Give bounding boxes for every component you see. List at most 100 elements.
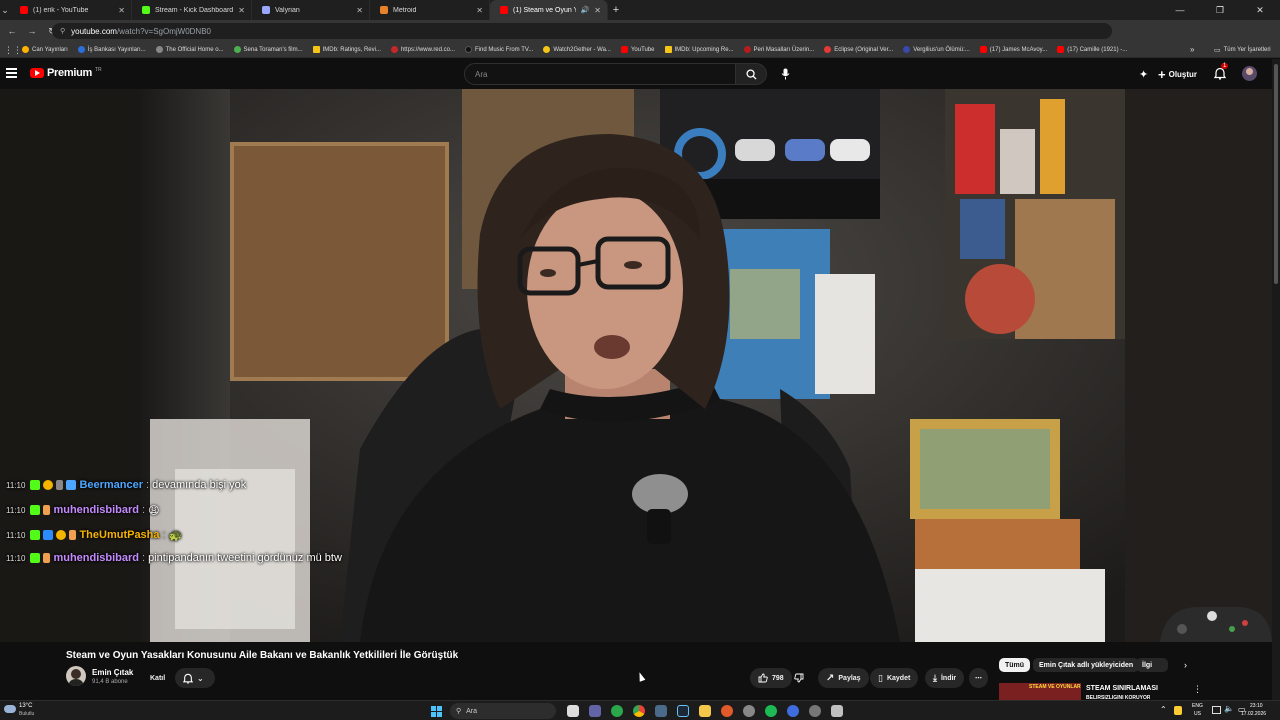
channel-name[interactable]: Emin Çıtak (92, 668, 133, 677)
apps-grid-icon[interactable]: ⋮⋮ (4, 45, 22, 56)
chip-all[interactable]: Tümü (999, 658, 1031, 672)
close-icon[interactable]: ✕ (594, 6, 601, 15)
close-icon[interactable]: ✕ (238, 6, 245, 15)
bookmark-item[interactable]: Eclipse (Original Ver... (824, 46, 893, 53)
steam-icon[interactable] (677, 705, 689, 717)
start-button[interactable] (431, 706, 442, 717)
tab-valyrian[interactable]: Valyrian ✕ (252, 0, 370, 20)
app-icon[interactable] (589, 705, 601, 717)
create-button[interactable]: + Oluştur (1158, 65, 1197, 83)
chat-username[interactable]: muhendisbibard (53, 552, 139, 564)
bookmark-item[interactable]: Find Music From TV... (465, 46, 533, 53)
maximize-button[interactable]: ❐ (1200, 0, 1240, 20)
forward-icon[interactable]: → (24, 23, 40, 39)
bookmark-item[interactable]: (17) Camille (1921) -... (1057, 46, 1127, 53)
address-bar[interactable]: ⚲ youtube.com /watch?v=SgOmjW0DNB0 (52, 23, 1112, 39)
chrome-icon[interactable] (633, 705, 645, 717)
tray-chevron-icon[interactable]: ⌃ (1160, 705, 1167, 714)
bookmark-item[interactable]: Vergilius'un Ölümü:... (903, 46, 970, 53)
thumbs-down-icon (794, 673, 804, 683)
speaker-icon[interactable]: 🔊 (581, 6, 590, 14)
chip-related[interactable]: İlgi (1136, 658, 1168, 672)
bookmark-item[interactable]: Can Yayınları (22, 46, 68, 53)
network-icon[interactable] (1212, 706, 1221, 714)
cast-sparkle-icon[interactable]: ✦ (1139, 68, 1148, 81)
spotify-icon[interactable] (765, 705, 777, 717)
scrollbar-thumb[interactable] (1274, 64, 1278, 284)
all-bookmarks-folder[interactable]: ▭ Tüm Yer İşaretleri (1214, 46, 1271, 54)
bookmark-item[interactable]: IMDb: Upcoming Re... (664, 46, 734, 53)
bookmarks-bar: ⋮⋮ Can Yayınları İş Bankası Yayınları...… (0, 42, 1280, 58)
new-tab-button[interactable]: + (608, 4, 624, 16)
close-icon[interactable]: ✕ (356, 6, 363, 15)
chevron-right-icon[interactable]: › (1184, 660, 1187, 670)
app-icon[interactable] (743, 705, 755, 717)
search-icon: ⚲ (456, 708, 462, 715)
task-view-icon[interactable] (567, 705, 579, 717)
more-bookmarks-icon[interactable]: » (1190, 45, 1194, 54)
bookmark-item[interactable]: Watch2Gether - Wa... (543, 46, 611, 53)
related-video-title[interactable]: STEAM SINIRLAMASI (1086, 685, 1158, 692)
tab-steam-video[interactable]: (1) Steam ve Oyun Yasakları 🔊 ✕ (490, 0, 608, 20)
site-info-icon[interactable]: ⚲ (60, 27, 65, 35)
join-button[interactable]: Katıl (142, 668, 173, 688)
chat-username[interactable]: TheUmutPasha (79, 529, 159, 541)
download-button[interactable]: ⤓ İndir (925, 668, 965, 688)
share-button[interactable]: ↗ Paylaş (818, 668, 869, 688)
all-bookmarks-label: Tüm Yer İşaretleri (1223, 47, 1271, 53)
tray-app-icon[interactable] (1174, 706, 1182, 715)
app-icon[interactable] (655, 705, 667, 717)
dislike-button[interactable] (786, 668, 812, 688)
clock-time[interactable]: 23:10 (1250, 703, 1263, 709)
weather-temp: 13°C (19, 703, 33, 709)
bookmark-item[interactable]: YouTube (620, 46, 655, 53)
tab-kick-dashboard[interactable]: Stream - Kick Dashboard ✕ (132, 0, 252, 20)
chat-username[interactable]: Beermancer (79, 479, 143, 491)
sword-badge-icon (43, 553, 51, 563)
bookmark-favicon-icon (77, 46, 85, 53)
search-input[interactable]: Ara (464, 63, 736, 85)
bookmark-item[interactable]: IMDb: Ratings, Revi... (312, 46, 381, 53)
search-button[interactable] (735, 63, 767, 85)
emote-icon: 🐢 (168, 529, 183, 542)
more-actions-button[interactable]: ⋯ (969, 668, 988, 688)
bookmark-item[interactable]: Sena Toraman's film... (233, 46, 303, 53)
close-window-button[interactable]: ✕ (1240, 0, 1280, 20)
language-indicator[interactable]: ENG (1192, 703, 1203, 709)
tab-search-icon[interactable]: ⌄ (0, 2, 10, 18)
weather-icon[interactable] (4, 705, 16, 713)
minimize-button[interactable]: — (1160, 0, 1200, 20)
settings-icon[interactable] (809, 705, 821, 717)
related-video-thumbnail[interactable]: STEAM VE OYUNLAR (999, 683, 1081, 700)
app-icon[interactable] (831, 705, 843, 717)
back-icon[interactable]: ← (4, 23, 20, 39)
video-player[interactable]: 11:10 Beermancer : devamında bişi yok 11… (0, 89, 1272, 642)
app-icon[interactable] (611, 705, 623, 717)
sword-badge-icon (56, 480, 64, 490)
notifications-button[interactable]: 1 (1213, 63, 1229, 81)
app-icon[interactable] (787, 705, 799, 717)
bookmark-item[interactable]: İş Bankası Yayınları... (77, 46, 146, 53)
taskbar-search[interactable]: ⚲ Ara (450, 703, 556, 719)
bookmark-item[interactable]: Peri Masalları Üzerin... (743, 46, 814, 53)
close-icon[interactable]: ✕ (476, 6, 483, 15)
folder-icon[interactable] (699, 705, 711, 717)
tab-metroid[interactable]: Metroid ✕ (370, 0, 490, 20)
account-avatar[interactable] (1242, 66, 1257, 81)
chat-username[interactable]: muhendisbibard (53, 504, 139, 516)
volume-icon[interactable]: 🔈 (1224, 704, 1234, 713)
chip-from-uploader[interactable]: Emin Çıtak adlı yükleyiciden (1033, 658, 1140, 672)
bookmark-item[interactable]: (17) James McAvoy... (979, 46, 1047, 53)
related-more-dots-icon[interactable]: ⋮ (1193, 684, 1202, 695)
bookmark-item[interactable]: The Official Home o... (155, 46, 224, 53)
close-icon[interactable]: ✕ (118, 6, 125, 15)
bookmark-item[interactable]: https://www.red.co... (390, 46, 455, 53)
app-icon[interactable] (721, 705, 733, 717)
youtube-premium-logo[interactable]: Premium TR (30, 67, 102, 79)
voice-search-button[interactable] (775, 64, 795, 84)
subscribed-bell-button[interactable]: ⌄ (175, 668, 215, 688)
hamburger-menu-icon[interactable] (6, 68, 17, 78)
tab-youtube-erik[interactable]: (1) erik - YouTube ✕ (10, 0, 132, 20)
channel-avatar[interactable] (66, 666, 86, 686)
save-button[interactable]: ▯ Kaydet (870, 668, 919, 688)
